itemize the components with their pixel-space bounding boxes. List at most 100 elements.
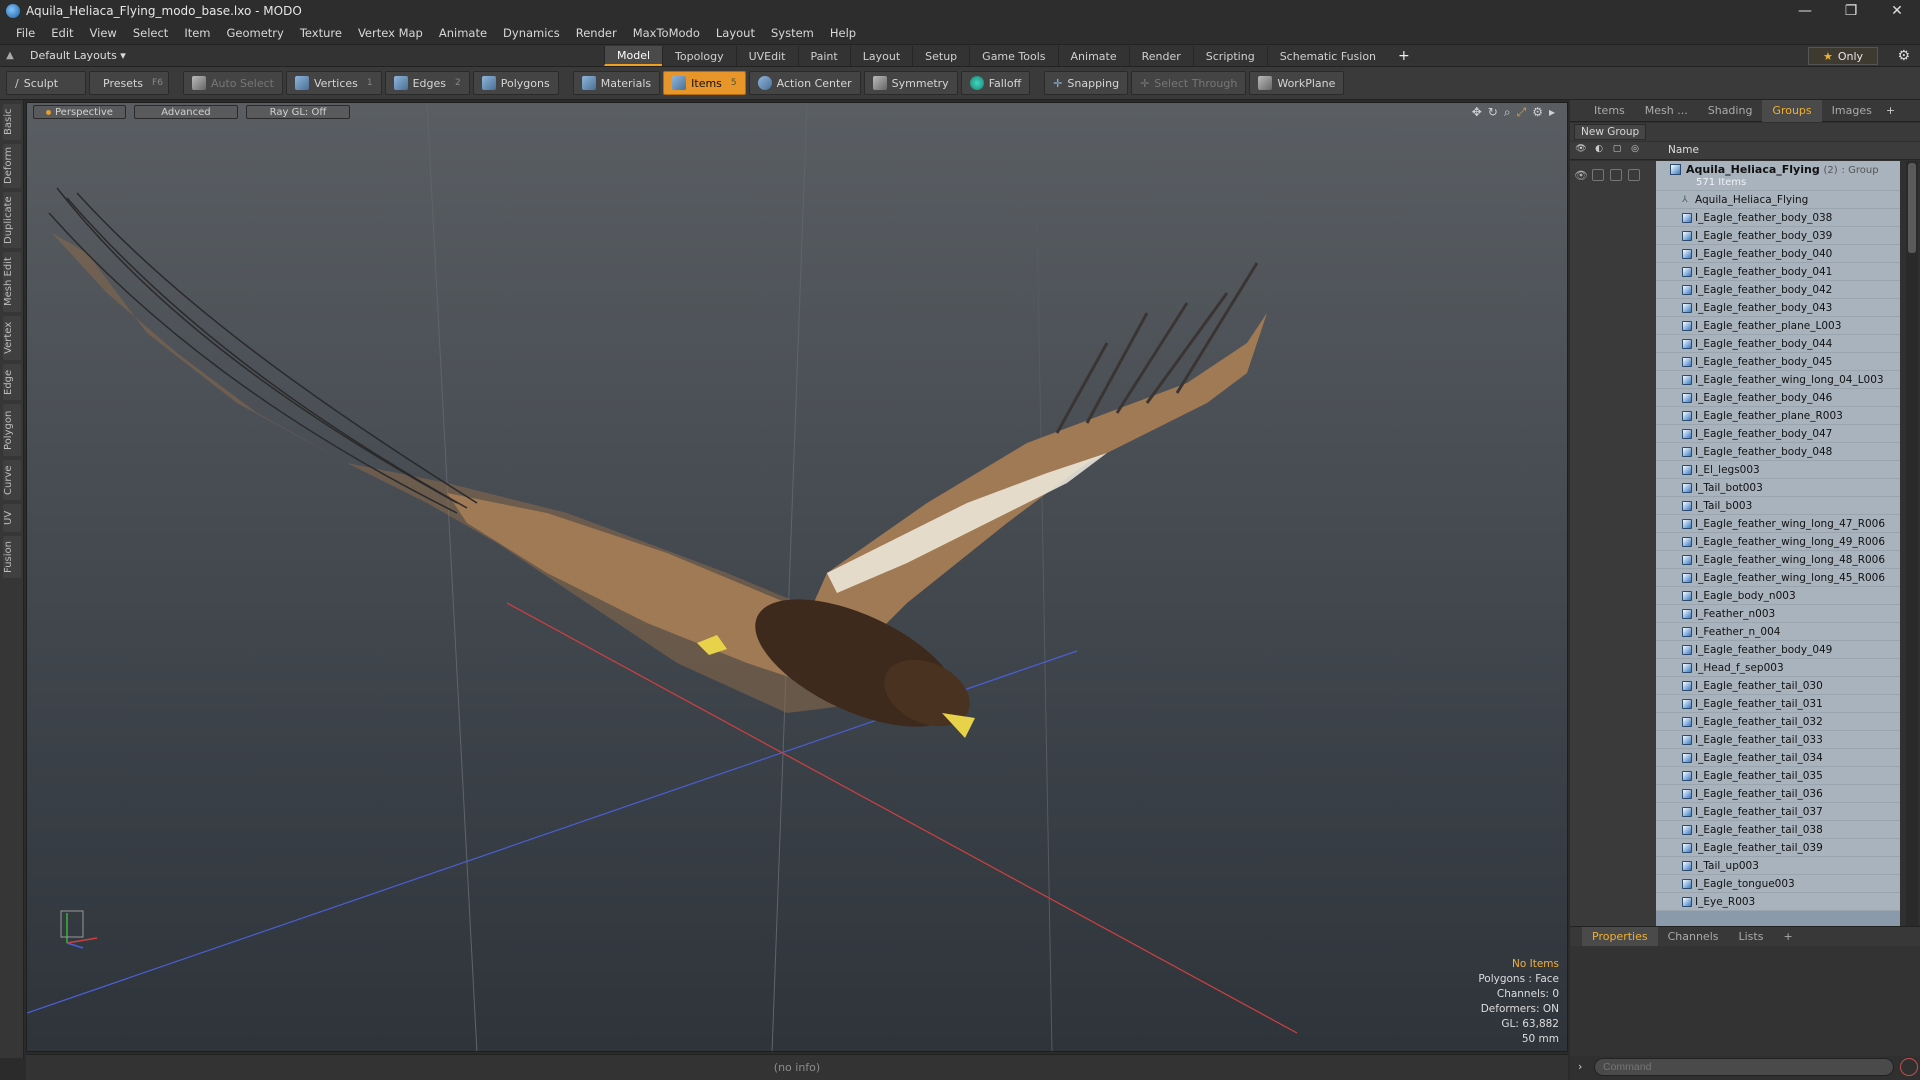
gear-icon[interactable]: ⚙ bbox=[1897, 48, 1910, 64]
left-tab-deform[interactable]: Deform bbox=[3, 144, 21, 188]
viewport-settings-icon[interactable]: ⚙ bbox=[1532, 105, 1543, 120]
only-button[interactable]: ★ Only bbox=[1808, 47, 1878, 65]
minimize-button[interactable]: — bbox=[1782, 0, 1828, 22]
list-item[interactable]: I_Eagle_feather_body_045 bbox=[1656, 353, 1900, 371]
tab-schematic-fusion[interactable]: Schematic Fusion bbox=[1266, 46, 1388, 66]
3d-viewport[interactable]: Perspective Advanced Ray GL: Off ✥ ↻ ⌕ ⤢… bbox=[26, 102, 1568, 1052]
list-item[interactable]: I_Eagle_feather_body_048 bbox=[1656, 443, 1900, 461]
menu-system[interactable]: System bbox=[763, 26, 822, 40]
menu-view[interactable]: View bbox=[82, 26, 125, 40]
list-item[interactable]: I_Eagle_feather_body_042 bbox=[1656, 281, 1900, 299]
list-item[interactable]: I_Eagle_feather_tail_034 bbox=[1656, 749, 1900, 767]
list-item[interactable]: I_Eagle_feather_tail_035 bbox=[1656, 767, 1900, 785]
pan-icon[interactable]: ✥ bbox=[1472, 105, 1482, 120]
advanced-button[interactable]: Advanced bbox=[133, 105, 238, 119]
left-tab-basic[interactable]: Basic bbox=[3, 104, 21, 140]
list-item[interactable]: I_Eagle_feather_tail_036 bbox=[1656, 785, 1900, 803]
tab-images[interactable]: Images bbox=[1822, 100, 1882, 122]
list-item[interactable]: I_Eagle_feather_tail_033 bbox=[1656, 731, 1900, 749]
tree-scrollbar[interactable] bbox=[1906, 161, 1918, 1019]
list-item[interactable]: I_Eagle_feather_plane_R003 bbox=[1656, 407, 1900, 425]
menu-render[interactable]: Render bbox=[568, 26, 625, 40]
presets-button[interactable]: Presets F6 bbox=[89, 71, 169, 95]
add-tab-button[interactable]: + bbox=[1388, 45, 1420, 67]
menu-texture[interactable]: Texture bbox=[292, 26, 350, 40]
add-props-tab-button[interactable]: + bbox=[1773, 927, 1802, 947]
select-column-icon[interactable]: ◎ bbox=[1628, 144, 1642, 158]
tab-shading[interactable]: Shading bbox=[1698, 100, 1763, 122]
list-item[interactable]: I_Eagle_feather_body_044 bbox=[1656, 335, 1900, 353]
group-row[interactable]: Aquila_Heliaca_Flying (2) : Group 571 It… bbox=[1656, 161, 1900, 191]
viewport-expand-icon[interactable]: ▸ bbox=[1549, 105, 1555, 120]
tab-properties[interactable]: Properties bbox=[1582, 926, 1658, 947]
menu-maxtomodo[interactable]: MaxToModo bbox=[625, 26, 708, 40]
menu-select[interactable]: Select bbox=[125, 26, 176, 40]
list-item[interactable]: I_Eagle_feather_body_049 bbox=[1656, 641, 1900, 659]
rotate-icon[interactable]: ↻ bbox=[1488, 105, 1498, 120]
left-tab-mesh-edit[interactable]: Mesh Edit bbox=[3, 252, 21, 312]
list-item[interactable]: I_Eagle_feather_tail_032 bbox=[1656, 713, 1900, 731]
list-item[interactable]: I_Eagle_feather_body_043 bbox=[1656, 299, 1900, 317]
tab-topology[interactable]: Topology bbox=[662, 46, 736, 66]
list-item[interactable]: I_Eagle_feather_tail_038 bbox=[1656, 821, 1900, 839]
list-item[interactable]: I_Feather_n003 bbox=[1656, 605, 1900, 623]
list-item[interactable]: I_Eagle_feather_wing_long_04_L003 bbox=[1656, 371, 1900, 389]
list-item[interactable]: I_Head_f_sep003 bbox=[1656, 659, 1900, 677]
list-item[interactable]: I_Eagle_feather_wing_long_47_R006 bbox=[1656, 515, 1900, 533]
left-tab-fusion[interactable]: Fusion bbox=[3, 536, 21, 578]
list-item[interactable]: I_Tail_bot003 bbox=[1656, 479, 1900, 497]
maximize-button[interactable]: ❐ bbox=[1828, 0, 1874, 22]
list-item[interactable]: I_Eagle_feather_body_039 bbox=[1656, 227, 1900, 245]
list-item[interactable]: I_Eagle_feather_tail_037 bbox=[1656, 803, 1900, 821]
list-item[interactable]: I_Eagle_feather_body_047 bbox=[1656, 425, 1900, 443]
tab-render[interactable]: Render bbox=[1128, 46, 1193, 66]
group-visibility-toggle[interactable]: 👁 bbox=[1574, 169, 1588, 182]
auto-select-button[interactable]: Auto Select bbox=[183, 71, 283, 95]
locator-row[interactable]: ⅄ Aquila_Heliaca_Flying bbox=[1656, 191, 1900, 209]
edges-button[interactable]: Edges 2 bbox=[384, 71, 470, 95]
add-panel-tab-button[interactable]: + bbox=[1886, 104, 1895, 117]
menu-vertex-map[interactable]: Vertex Map bbox=[350, 26, 431, 40]
left-tab-duplicate[interactable]: Duplicate bbox=[3, 192, 21, 248]
perspective-button[interactable]: Perspective bbox=[33, 105, 126, 119]
group-render-toggle[interactable] bbox=[1592, 169, 1604, 181]
menu-geometry[interactable]: Geometry bbox=[219, 26, 292, 40]
close-button[interactable]: ✕ bbox=[1874, 0, 1920, 22]
menu-item[interactable]: Item bbox=[176, 26, 218, 40]
tab-groups[interactable]: Groups bbox=[1762, 99, 1822, 122]
list-item[interactable]: I_Tail_up003 bbox=[1656, 857, 1900, 875]
items-button[interactable]: Items 5 bbox=[663, 71, 746, 95]
tab-game-tools[interactable]: Game Tools bbox=[969, 46, 1057, 66]
action-center-button[interactable]: Action Center bbox=[748, 71, 861, 95]
vertices-button[interactable]: Vertices 1 bbox=[285, 71, 382, 95]
tab-items[interactable]: Items bbox=[1584, 100, 1635, 122]
tab-mesh[interactable]: Mesh ... bbox=[1635, 100, 1698, 122]
list-item[interactable]: I_El_legs003 bbox=[1656, 461, 1900, 479]
list-item[interactable]: I_Eagle_feather_body_038 bbox=[1656, 209, 1900, 227]
list-item[interactable]: I_Eagle_feather_tail_030 bbox=[1656, 677, 1900, 695]
menu-animate[interactable]: Animate bbox=[431, 26, 495, 40]
list-item[interactable]: I_Eagle_feather_wing_long_45_R006 bbox=[1656, 569, 1900, 587]
list-item[interactable]: I_Tail_b003 bbox=[1656, 497, 1900, 515]
snapping-button[interactable]: ✛ Snapping bbox=[1044, 71, 1129, 95]
name-column-header[interactable]: Name bbox=[1668, 144, 1699, 156]
menu-file[interactable]: File bbox=[8, 26, 43, 40]
list-item[interactable]: I_Eagle_feather_body_040 bbox=[1656, 245, 1900, 263]
raygl-button[interactable]: Ray GL: Off bbox=[245, 105, 350, 119]
tab-layout[interactable]: Layout bbox=[849, 46, 912, 66]
materials-button[interactable]: Materials bbox=[572, 71, 661, 95]
list-item[interactable]: I_Eagle_feather_wing_long_49_R006 bbox=[1656, 533, 1900, 551]
visibility-column-icon[interactable]: 👁 bbox=[1574, 144, 1588, 158]
select-through-button[interactable]: ✛ Select Through bbox=[1131, 71, 1247, 95]
tab-scripting[interactable]: Scripting bbox=[1192, 46, 1267, 66]
tab-model[interactable]: Model bbox=[604, 46, 663, 66]
fit-icon[interactable]: ⤢ bbox=[1517, 105, 1527, 120]
tab-uvedit[interactable]: UVEdit bbox=[735, 46, 798, 66]
command-input[interactable] bbox=[1594, 1058, 1894, 1076]
menu-dynamics[interactable]: Dynamics bbox=[495, 26, 568, 40]
list-item[interactable]: I_Eagle_feather_body_046 bbox=[1656, 389, 1900, 407]
list-item[interactable]: I_Eagle_tongue003 bbox=[1656, 875, 1900, 893]
layout-expand-icon[interactable]: ▲ bbox=[0, 50, 20, 61]
polygons-button[interactable]: Polygons bbox=[472, 71, 559, 95]
list-item[interactable]: I_Eagle_feather_plane_L003 bbox=[1656, 317, 1900, 335]
